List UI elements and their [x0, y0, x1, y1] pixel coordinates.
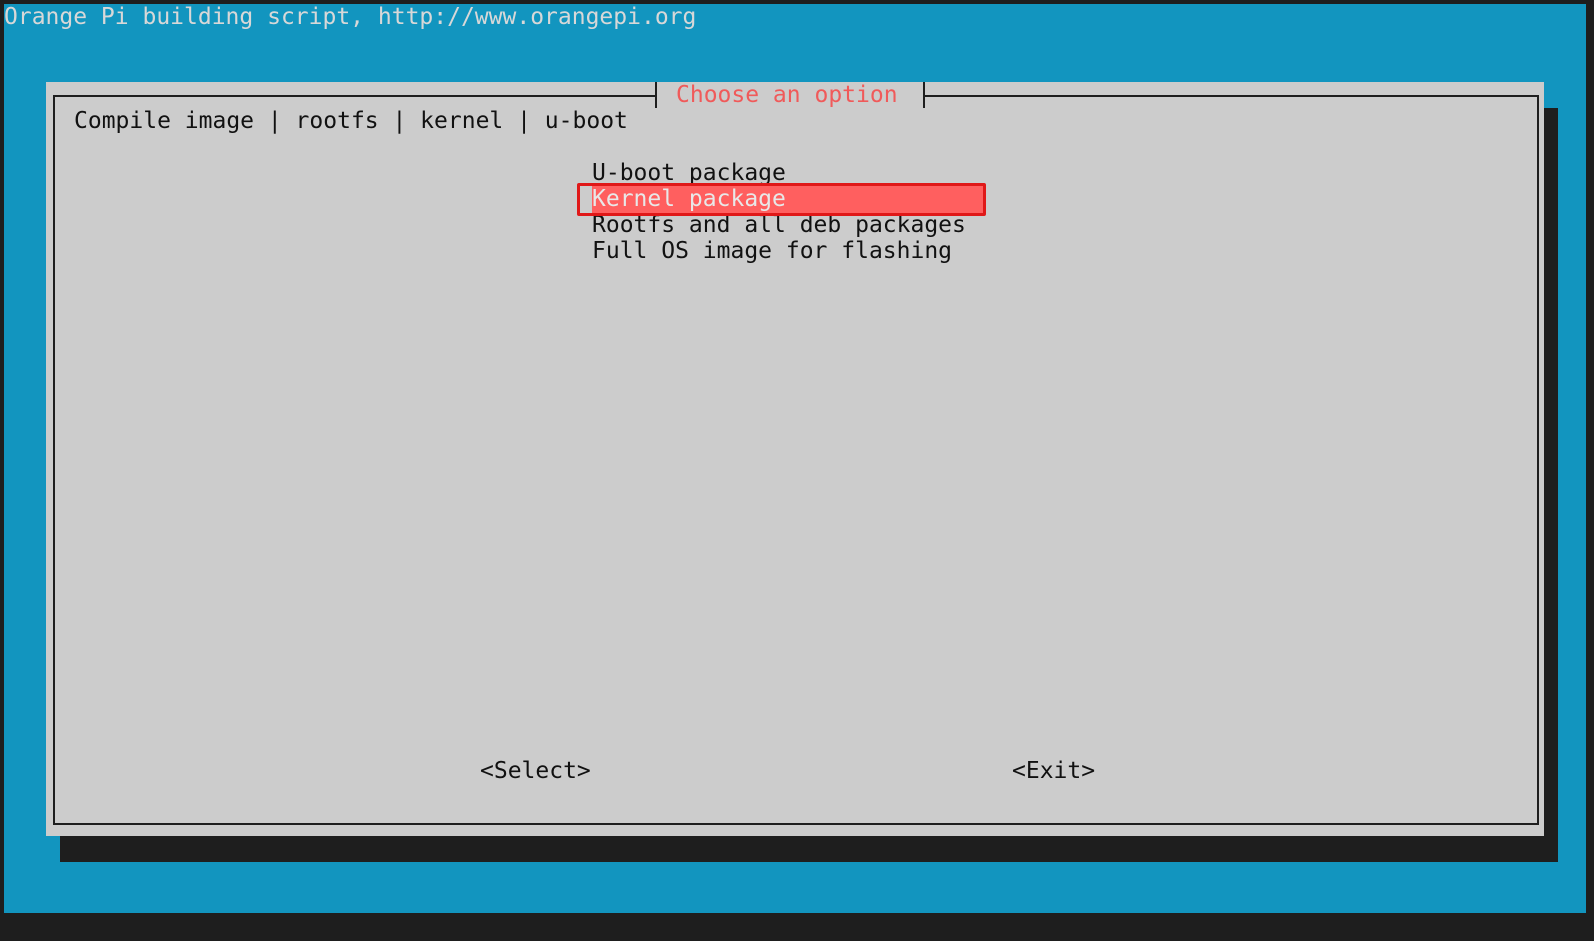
selection-outline — [577, 183, 986, 216]
select-button[interactable]: <Select> — [480, 758, 591, 784]
menu-item-full-image[interactable]: Full OS image for flashing — [592, 238, 952, 264]
dialog-title: Choose an option — [676, 82, 898, 108]
exit-button[interactable]: <Exit> — [1012, 758, 1095, 784]
screen-title: Orange Pi building script, http://www.or… — [4, 4, 697, 30]
dialog-subtitle: Compile image | rootfs | kernel | u-boot — [74, 108, 628, 134]
